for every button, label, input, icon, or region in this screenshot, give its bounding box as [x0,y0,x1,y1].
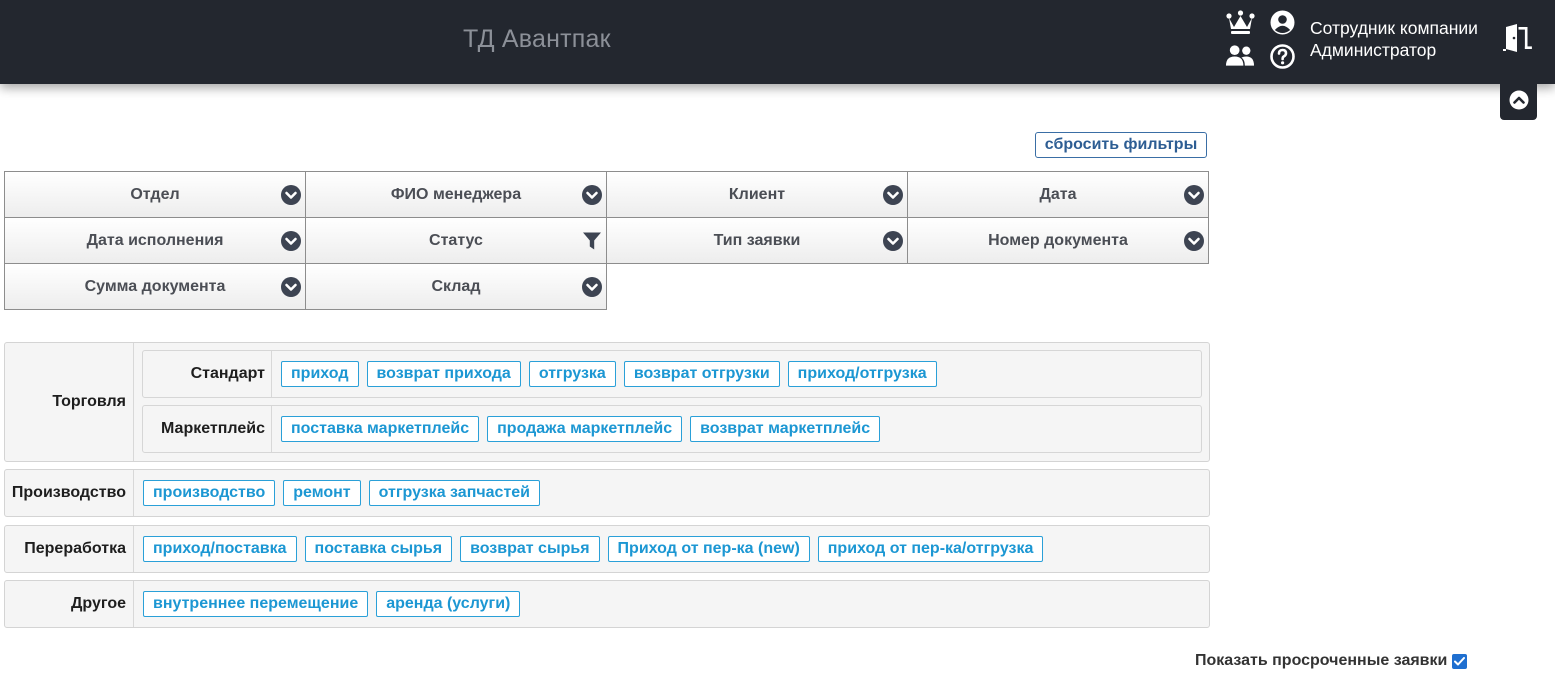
group-other: Другое внутреннее перемещение аренда (ус… [4,580,1210,628]
checkmark-icon [1454,656,1466,665]
chip-repair[interactable]: ремонт [283,480,361,506]
chevron-down-circle-icon [582,277,602,297]
filter-row: Отдел ФИО менеджера Клиент Дата [4,171,1209,218]
filter-grid: Отдел ФИО менеджера Клиент Дата Дата исп… [4,171,1209,310]
filter-label: Клиент [728,185,786,203]
filter-row: Дата исполнения Статус Тип заявки Номер … [4,217,1209,264]
filter-label: Номер документа [988,231,1128,249]
filter-document-number[interactable]: Номер документа [907,217,1209,264]
crown-icon[interactable] [1225,7,1255,37]
show-overdue-label: Показать просроченные заявки [1195,652,1448,669]
chip-raw-supply[interactable]: поставка сырья [304,536,453,562]
chevron-down-circle-icon [281,231,301,251]
chevron-down-circle-icon [281,185,301,205]
chip-list: приход возврат прихода отгрузка возврат … [281,351,937,397]
chevron-down-circle-icon [883,231,903,251]
chip-parts-shipment[interactable]: отгрузка запчастей [368,480,541,506]
filter-warehouse[interactable]: Склад [305,263,607,310]
chip-incoming[interactable]: приход [281,361,359,387]
group-trade: Торговля Стандарт приход возврат прихода… [4,342,1210,462]
filter-label: Сумма документа [84,277,226,295]
filter-label: Отдел [130,185,180,203]
filter-document-sum[interactable]: Сумма документа [4,263,306,310]
brand-title: ТД Авантпак [463,25,611,53]
chevron-down-circle-icon [1184,231,1204,251]
chip-marketplace-sale[interactable]: продажа маркетплейс [487,416,683,442]
subgroup-marketplace: Маркетплейс поставка маркетплейс продажа… [142,405,1202,453]
chevron-down-circle-icon [1184,185,1204,205]
group-title: Переработка [5,526,134,572]
show-overdue-checkbox[interactable] [1452,653,1468,669]
user-circle-icon[interactable] [1267,7,1297,37]
user-name: Администратор [1310,40,1437,60]
chip-incoming-shipment[interactable]: приход/отгрузка [787,361,937,387]
group-title: Другое [5,581,134,627]
users-icon[interactable] [1225,41,1255,71]
group-title: Производство [5,470,134,516]
group-processing: Переработка приход/поставка поставка сыр… [4,525,1210,573]
filter-row: Сумма документа Склад [4,263,1209,310]
chip-incoming-from-processor-new[interactable]: Приход от пер-ка (new) [607,536,810,562]
subgroup-standard: Стандарт приход возврат прихода отгрузка… [142,350,1202,398]
subgroup-title: Стандарт [143,351,272,397]
chip-list: приход/поставка поставка сырья возврат с… [143,526,1044,572]
filter-due-date[interactable]: Дата исполнения [4,217,306,264]
collapse-header-button[interactable] [1500,84,1537,120]
group-title: Торговля [5,343,134,461]
chip-incoming-return[interactable]: возврат прихода [366,361,521,387]
reset-filters-button[interactable]: сбросить фильтры [1035,132,1207,158]
filter-label: ФИО менеджера [390,185,522,203]
filter-manager[interactable]: ФИО менеджера [305,171,607,218]
filter-icon [583,232,601,250]
chevron-down-circle-icon [582,185,602,205]
chip-incoming-from-processor-shipment[interactable]: приход от пер-ка/отгрузка [817,536,1044,562]
group-production: Производство производство ремонт отгрузк… [4,469,1210,517]
chip-incoming-supply[interactable]: приход/поставка [143,536,297,562]
show-overdue-toggle[interactable]: Показать просроченные заявки [1195,652,1468,670]
chip-shipment-return[interactable]: возврат отгрузки [623,361,780,387]
chip-production[interactable]: производство [143,480,276,506]
filter-label: Склад [431,277,481,295]
chip-marketplace-supply[interactable]: поставка маркетплейс [281,416,480,442]
chip-list: поставка маркетплейс продажа маркетплейс… [281,406,881,452]
subgroup-title: Маркетплейс [143,406,272,452]
filter-request-type[interactable]: Тип заявки [606,217,908,264]
filter-label: Тип заявки [713,231,801,249]
filter-label: Дата [1039,185,1077,203]
chevron-down-circle-icon [281,277,301,297]
chip-internal-transfer[interactable]: внутреннее перемещение [143,591,369,617]
user-role: Сотрудник компании [1310,18,1478,38]
chevron-down-circle-icon [883,185,903,205]
chip-marketplace-return[interactable]: возврат маркетплейс [690,416,881,442]
chevron-up-circle-icon [1509,90,1529,115]
chip-list: внутреннее перемещение аренда (услуги) [143,581,521,627]
filter-status[interactable]: Статус [305,217,607,264]
top-bar: ТД Авантпак Сотрудник компании Администр… [0,0,1555,84]
chip-list: производство ремонт отгрузка запчастей [143,470,541,516]
chip-shipment[interactable]: отгрузка [528,361,616,387]
logout-door-icon[interactable] [1503,23,1533,53]
filter-label: Статус [429,231,483,249]
chip-raw-return[interactable]: возврат сырья [460,536,600,562]
user-info[interactable]: Сотрудник компании Администратор [1310,17,1478,61]
filter-date[interactable]: Дата [907,171,1209,218]
filter-label: Дата исполнения [86,231,224,249]
filter-department[interactable]: Отдел [4,171,306,218]
chip-rent-services[interactable]: аренда (услуги) [376,591,521,617]
question-circle-icon[interactable] [1267,41,1297,71]
filter-client[interactable]: Клиент [606,171,908,218]
